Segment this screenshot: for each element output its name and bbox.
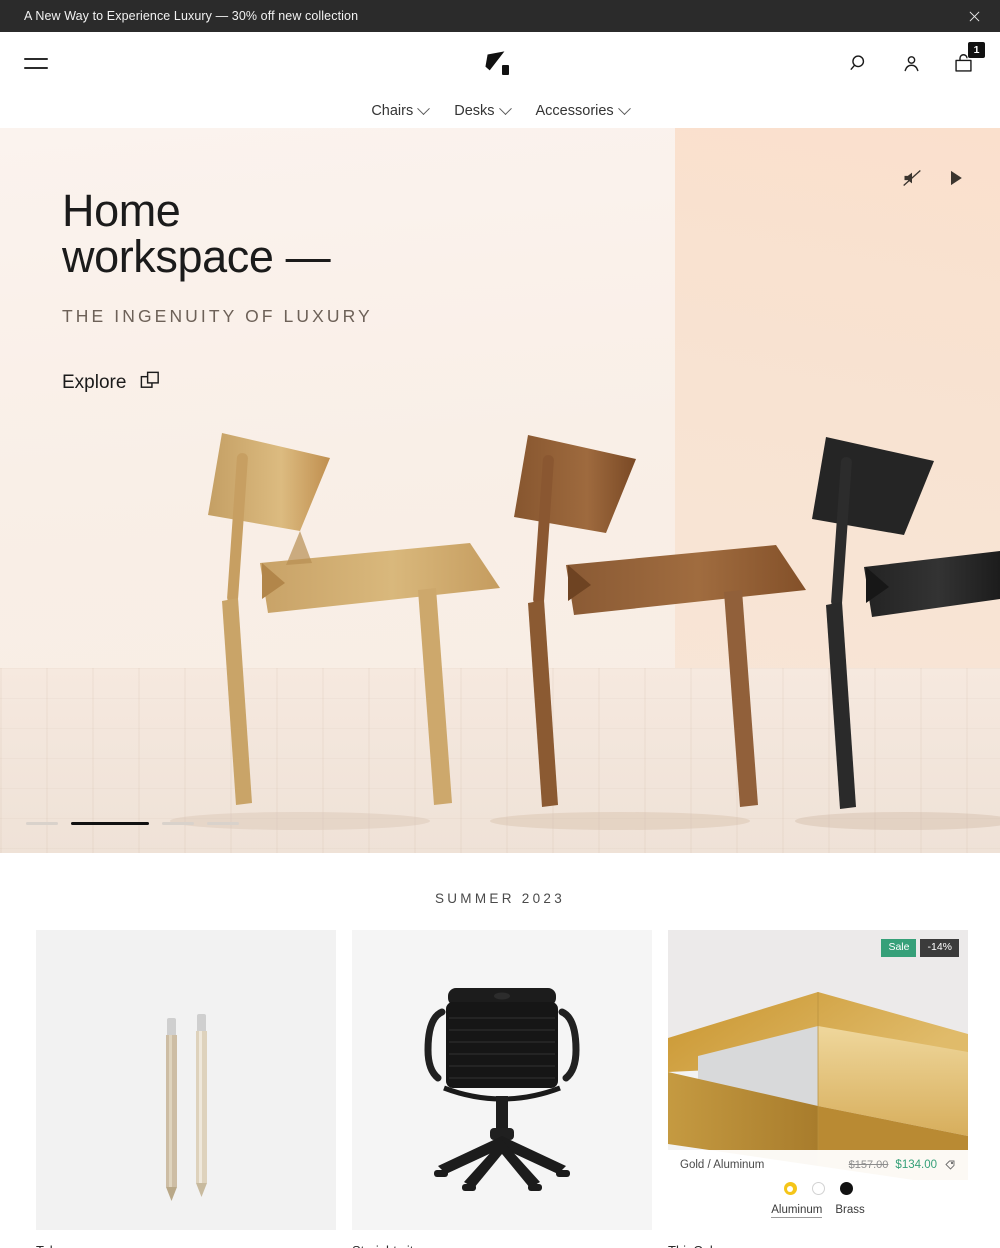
primary-navigation: Chairs Desks Accessories	[0, 94, 1000, 128]
site-header: 1 Chairs Desks Accessories	[0, 32, 1000, 128]
product-title[interactable]: ThinCube	[668, 1243, 968, 1248]
search-icon[interactable]	[846, 50, 872, 76]
price-tag-icon	[944, 1159, 956, 1171]
external-window-icon	[139, 369, 162, 397]
nav-item-accessories[interactable]: Accessories	[535, 101, 631, 119]
announcement-bar: A New Way to Experience Luxury — 30% off…	[0, 0, 1000, 32]
toho-pen-image[interactable]	[36, 930, 336, 1230]
chair-walnut	[514, 435, 806, 807]
hero-chairs-image	[0, 423, 1000, 853]
product-title[interactable]: Toho pen	[36, 1243, 336, 1248]
swatch-white[interactable]	[811, 1182, 825, 1195]
nav-item-chairs[interactable]: Chairs	[371, 101, 431, 119]
price-sale: $134.00	[895, 1159, 937, 1171]
product-quickview: Gold / Aluminum $157.00 $134.00 Aluminum…	[668, 1150, 968, 1230]
hero-dot-4[interactable]	[207, 822, 239, 825]
status-badge-sale: Sale	[881, 939, 917, 958]
hero-subtitle: THE INGENUITY OF LUXURY	[62, 305, 373, 326]
price-original: $157.00	[848, 1159, 889, 1171]
hero-content: Home workspace — THE INGENUITY OF LUXURY…	[62, 185, 373, 397]
nav-label: Accessories	[535, 103, 614, 119]
product-badges: Sale -14%	[881, 939, 959, 958]
product-card: Sale -14% Gold / Aluminum $157.00 $134.0…	[668, 930, 968, 1248]
price-group: $157.00 $134.00	[849, 1159, 956, 1171]
collection-heading: SUMMER 2023	[434, 891, 566, 906]
office-chair-image[interactable]	[352, 930, 652, 1230]
chair-oak	[208, 433, 500, 805]
brass-cube-table-image[interactable]: Sale -14% Gold / Aluminum $157.00 $134.0…	[668, 930, 968, 1230]
option-brass[interactable]: Brass	[835, 1204, 864, 1218]
nav-label: Desks	[454, 103, 495, 119]
hero-dot-2[interactable]	[71, 822, 149, 825]
product-title[interactable]: Straight sit	[352, 1243, 652, 1248]
swatch-gold[interactable]	[783, 1182, 797, 1195]
play-icon[interactable]	[944, 166, 968, 190]
announcement-text: A New Way to Experience Luxury — 30% off…	[24, 9, 359, 23]
product-grid: Toho pen	[0, 930, 1000, 1248]
chevron-down-icon	[498, 101, 512, 115]
hero-pagination	[26, 822, 239, 825]
hero-dot-3[interactable]	[162, 822, 194, 825]
speaker-muted-icon[interactable]	[900, 166, 924, 190]
hamburger-icon[interactable]	[24, 53, 50, 73]
swatch-black[interactable]	[839, 1182, 853, 1195]
product-card: Straight sit	[352, 930, 652, 1248]
nav-label: Chairs	[371, 103, 414, 119]
brand-logo[interactable]	[480, 46, 520, 80]
hero-slider: Home workspace — THE INGENUITY OF LUXURY…	[0, 128, 1000, 853]
hero-dot-1[interactable]	[26, 822, 58, 825]
chair-black	[812, 437, 1000, 809]
chevron-down-icon	[417, 101, 431, 115]
quickview-top-row: Gold / Aluminum $157.00 $134.00	[680, 1159, 956, 1171]
color-swatches	[680, 1182, 956, 1195]
explore-label: Explore	[62, 371, 127, 393]
hero-title: Home workspace —	[62, 185, 331, 283]
explore-button[interactable]: Explore	[62, 369, 162, 397]
account-icon[interactable]	[898, 50, 924, 76]
variant-title: Gold / Aluminum	[680, 1159, 765, 1171]
material-options: Aluminum Brass	[680, 1204, 956, 1218]
header-main-row: 1	[0, 32, 1000, 94]
cart-count-badge: 1	[968, 42, 985, 58]
hero-media-controls	[900, 166, 968, 190]
product-card: Toho pen	[36, 930, 336, 1248]
nav-item-desks[interactable]: Desks	[454, 101, 512, 119]
cart-icon[interactable]: 1	[950, 42, 985, 76]
option-aluminum[interactable]: Aluminum	[771, 1204, 823, 1218]
close-icon[interactable]	[962, 4, 986, 28]
header-icon-group: 1	[846, 42, 985, 76]
chevron-down-icon	[617, 101, 631, 115]
status-badge-discount: -14%	[920, 939, 959, 958]
